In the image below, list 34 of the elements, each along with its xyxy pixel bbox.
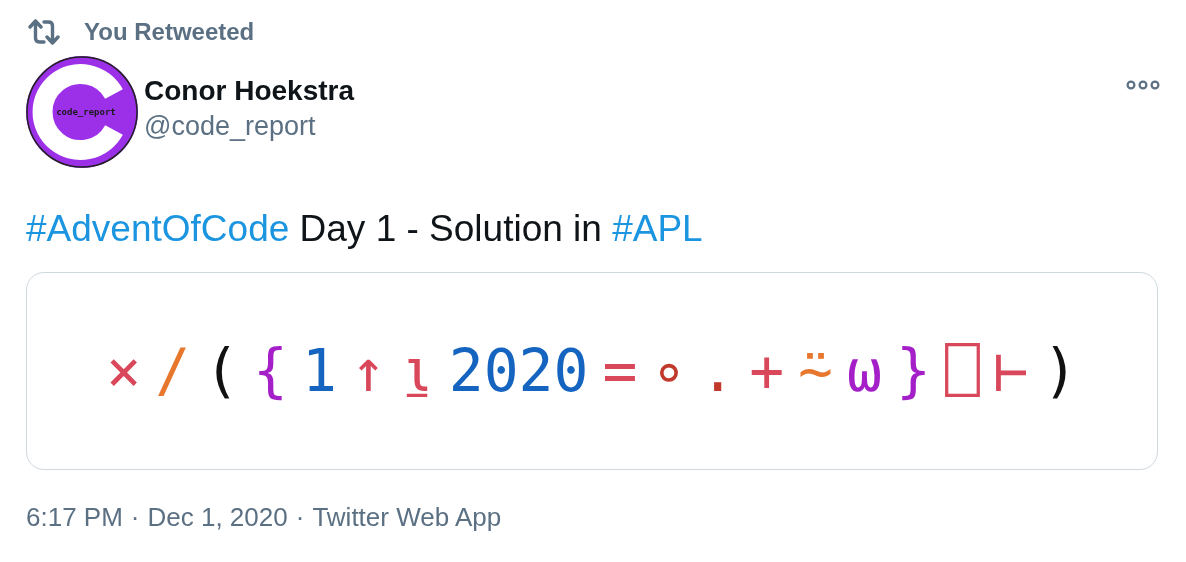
avatar[interactable]: code_report [26,56,138,168]
code-token: / [155,342,191,400]
author-name[interactable]: Conor Hoekstra [144,74,355,107]
code-token: . [700,342,736,400]
footer-text: · [130,502,140,533]
code-token: { [253,342,288,400]
retweet-icon [28,18,60,46]
code-token: + [749,342,785,400]
code-token: ) [1042,342,1078,400]
footer-text: · [295,502,305,533]
code-token: ⍵ [847,342,882,400]
code-token: ⍨ [798,342,834,400]
code-token: } [896,342,931,400]
code-token: 1 [302,342,337,400]
footer-text: Twitter Web App [312,502,502,533]
retweet-label: You Retweeted [84,18,255,46]
code-token: ⊢ [993,342,1029,400]
hashtag-link[interactable]: #AdventOfCode [26,208,290,250]
avatar-label: code_report [56,107,116,117]
hashtag-link[interactable]: #APL [612,208,703,250]
code-token: ↑ [350,342,386,400]
code-token: ∘ [651,342,687,400]
tweet-words: Day 1 - Solution in [298,208,603,250]
code-token: ⍸ [399,342,435,400]
author-handle[interactable]: @code_report [144,110,316,142]
code-image-card[interactable]: × / ( { 1 ↑ ⍸ 2020 = ∘ . + ⍨ ⍵ } ⎕ ⊢ ) [26,272,1158,470]
code-token: ( [204,342,240,400]
code-token: = [602,342,638,400]
code-token: 2020 [448,342,589,400]
code-token: ⎕ [944,342,980,400]
footer-text: 6:17 PM [26,502,123,533]
more-icon[interactable] [1126,80,1160,90]
footer-text: Dec 1, 2020 [147,502,288,533]
code-token: × [106,342,142,400]
